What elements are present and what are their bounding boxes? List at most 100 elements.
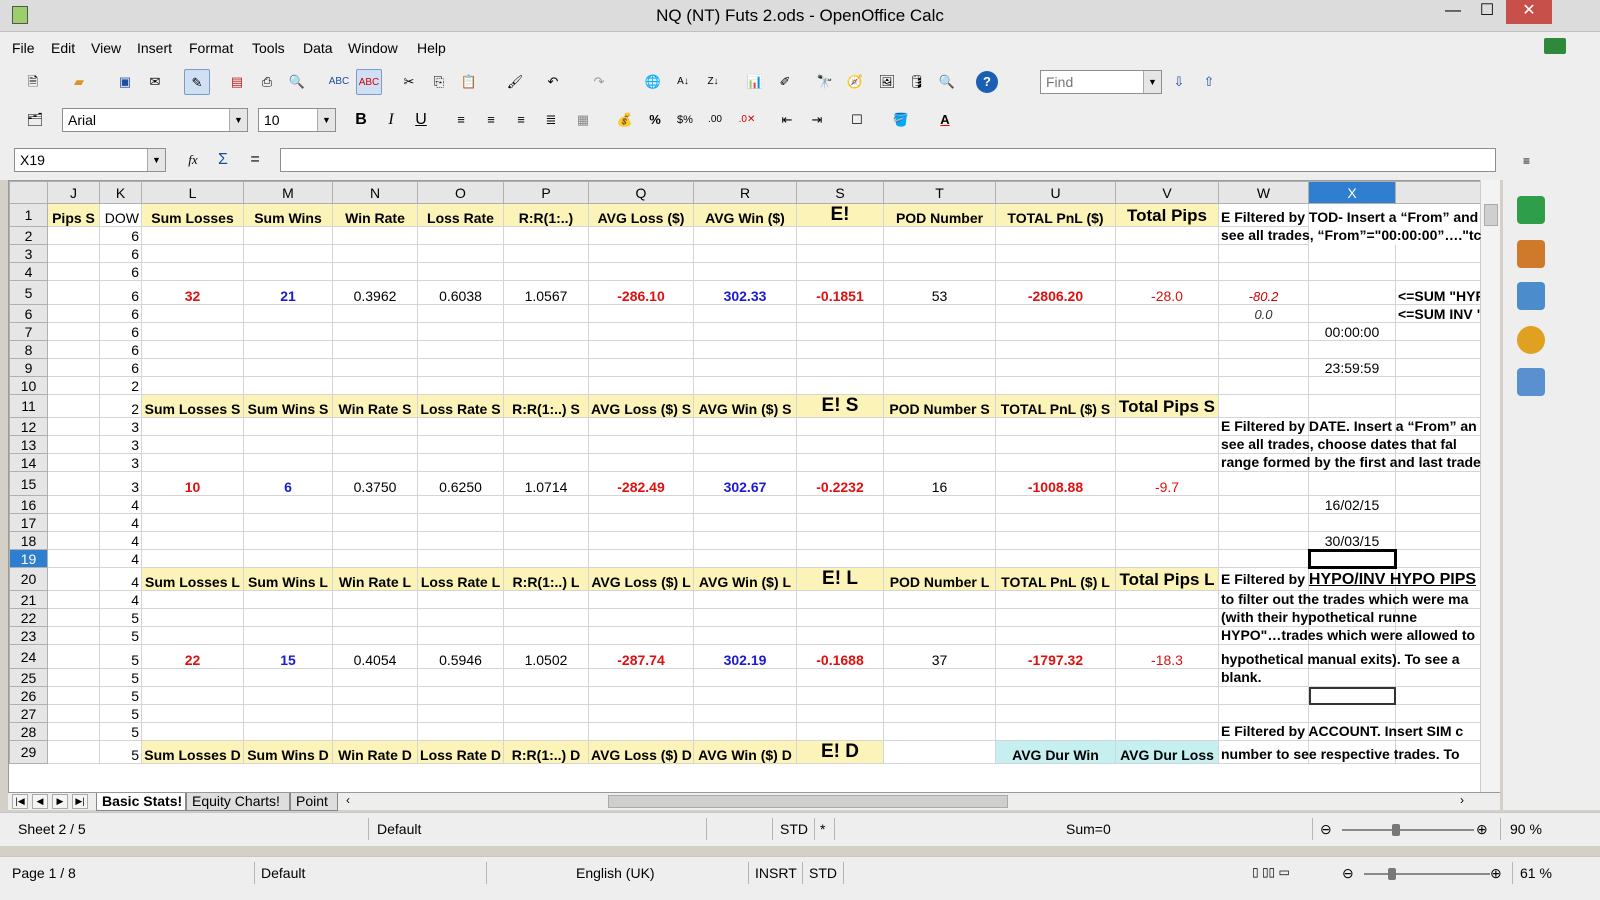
row-header[interactable]: 13 — [9, 435, 48, 454]
cell[interactable] — [883, 608, 996, 627]
cell[interactable] — [883, 740, 996, 764]
cell[interactable] — [503, 549, 589, 568]
cell[interactable] — [417, 495, 504, 514]
cell[interactable] — [141, 358, 244, 377]
decrease-indent-icon[interactable]: ⇤ — [776, 109, 798, 131]
print-icon[interactable]: ⎙ — [256, 71, 278, 93]
standard-format-icon[interactable]: $% — [674, 109, 696, 131]
cell[interactable] — [796, 435, 884, 454]
cell[interactable]: -9.7 — [1115, 471, 1219, 496]
cell[interactable] — [883, 531, 996, 550]
cell[interactable] — [693, 590, 797, 609]
cell[interactable] — [503, 417, 589, 436]
borders-icon[interactable]: ☐ — [846, 109, 868, 131]
cell[interactable] — [883, 262, 996, 281]
cell[interactable] — [995, 262, 1116, 281]
cell[interactable] — [1395, 358, 1490, 377]
view-layout-icon[interactable]: ▯ ▯▯ ▭ — [1252, 865, 1290, 879]
cell[interactable]: AVG Win ($) L — [693, 567, 797, 591]
cell[interactable] — [243, 590, 333, 609]
cell[interactable] — [243, 686, 333, 705]
column-header[interactable]: U — [995, 181, 1116, 204]
cell[interactable] — [243, 722, 333, 741]
cell[interactable]: 6 — [99, 340, 142, 359]
cell[interactable] — [47, 567, 100, 591]
cell[interactable] — [1115, 244, 1219, 263]
styles-formatting-icon[interactable]: 🗂 — [24, 109, 46, 131]
cell[interactable] — [883, 304, 996, 323]
cell[interactable] — [693, 376, 797, 395]
row-header[interactable]: 12 — [9, 417, 48, 436]
cell[interactable]: 5 — [99, 686, 142, 705]
cell[interactable] — [1308, 513, 1396, 532]
cell[interactable]: 4 — [99, 549, 142, 568]
cell[interactable] — [1115, 322, 1219, 341]
cell[interactable]: <=SUM INV "H — [1395, 304, 1490, 323]
cell[interactable]: 0.6250 — [417, 471, 504, 496]
cell[interactable]: POD Number — [883, 203, 996, 227]
cell[interactable] — [141, 722, 244, 741]
cell[interactable]: see all trades, “From”="00:00:00”…."tc — [1218, 226, 1481, 245]
cell[interactable] — [1218, 704, 1309, 723]
print-preview-icon[interactable]: 🔍 — [286, 71, 308, 93]
cell[interactable] — [332, 495, 418, 514]
cell[interactable]: 6 — [243, 471, 333, 496]
cell[interactable] — [1395, 244, 1490, 263]
currency-format-icon[interactable]: 💰 — [614, 109, 636, 131]
cell[interactable]: 3 — [99, 453, 142, 472]
select-all-corner[interactable] — [9, 181, 48, 204]
cell[interactable] — [796, 340, 884, 359]
cell[interactable]: 5 — [99, 668, 142, 687]
cell[interactable] — [417, 590, 504, 609]
cell[interactable] — [1115, 686, 1219, 705]
maximize-button[interactable]: ☐ — [1470, 0, 1504, 24]
cell[interactable] — [47, 740, 100, 764]
cell[interactable] — [995, 608, 1116, 627]
cell[interactable] — [141, 244, 244, 263]
cell[interactable] — [693, 549, 797, 568]
font-name-select[interactable]: Arial ▼ — [62, 108, 248, 132]
cell[interactable] — [417, 244, 504, 263]
cell[interactable] — [332, 340, 418, 359]
cell[interactable]: 6 — [99, 262, 142, 281]
cell[interactable] — [332, 322, 418, 341]
cell[interactable] — [1395, 513, 1490, 532]
row-header[interactable]: 24 — [9, 644, 48, 669]
cell[interactable]: Total Pips — [1115, 203, 1219, 227]
cell[interactable] — [417, 531, 504, 550]
cell[interactable]: Win Rate — [332, 203, 418, 227]
cell[interactable]: -28.0 — [1115, 280, 1219, 305]
cell[interactable] — [503, 686, 589, 705]
page-style[interactable]: Default — [377, 821, 421, 837]
cell[interactable]: -0.1851 — [796, 280, 884, 305]
cell[interactable] — [883, 513, 996, 532]
horizontal-scroll-thumb[interactable] — [608, 795, 1008, 808]
cell[interactable]: 2 — [99, 376, 142, 395]
row-header[interactable]: 20 — [9, 567, 48, 591]
cell[interactable]: DOW — [99, 203, 142, 227]
column-header[interactable]: O — [417, 181, 504, 204]
cell[interactable] — [693, 226, 797, 245]
cell[interactable] — [47, 226, 100, 245]
cell[interactable]: 6 — [99, 280, 142, 305]
cell[interactable] — [1218, 244, 1309, 263]
paste-icon[interactable]: 📋 — [458, 71, 480, 93]
cell[interactable] — [417, 626, 504, 645]
prev-sheet-button[interactable]: ◀ — [32, 794, 48, 809]
cell[interactable] — [417, 513, 504, 532]
cell[interactable] — [141, 608, 244, 627]
cell[interactable] — [417, 453, 504, 472]
cell[interactable] — [1218, 549, 1309, 568]
row-header[interactable]: 19 — [9, 549, 48, 568]
cell[interactable] — [243, 513, 333, 532]
cell[interactable] — [1308, 686, 1396, 705]
cell[interactable] — [883, 417, 996, 436]
cell[interactable] — [588, 226, 694, 245]
cell[interactable] — [1115, 417, 1219, 436]
bold-icon[interactable]: B — [350, 109, 372, 131]
cell[interactable] — [693, 244, 797, 263]
column-header[interactable]: N — [332, 181, 418, 204]
row-header[interactable]: 18 — [9, 531, 48, 550]
cell[interactable]: Loss Rate S — [417, 394, 504, 418]
cell[interactable] — [995, 549, 1116, 568]
